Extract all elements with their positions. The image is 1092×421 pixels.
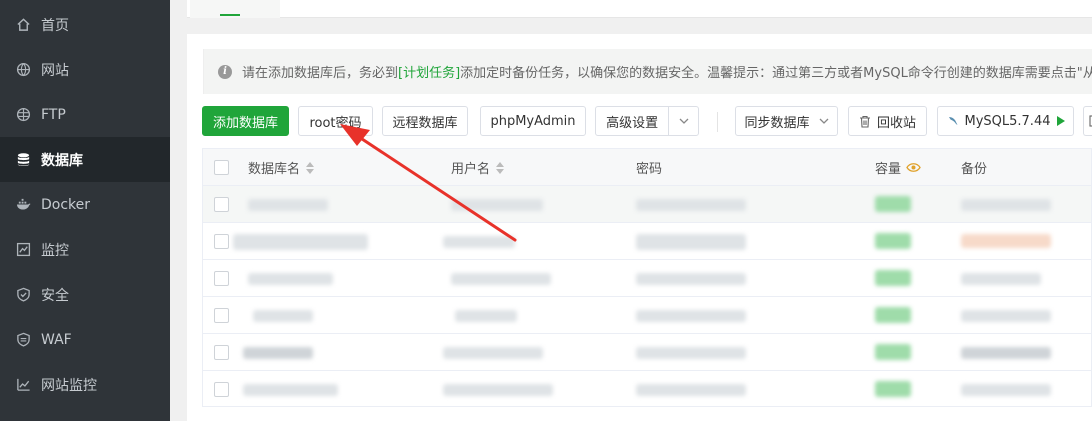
- toolbar-divider: [717, 112, 718, 132]
- sidebar-item-label: 网站: [41, 62, 69, 79]
- row-checkbox[interactable]: [214, 197, 229, 212]
- chevron-down-icon[interactable]: [668, 107, 698, 135]
- shield-icon: [15, 287, 31, 303]
- advanced-settings-dropdown[interactable]: 高级设置: [595, 106, 699, 136]
- ftp-globe-icon: [15, 107, 31, 123]
- table-header: 数据库名 用户名 密码 容量 备份: [203, 149, 1091, 186]
- sidebar-item-database[interactable]: 数据库: [0, 137, 170, 182]
- mysql-version-button[interactable]: MySQL5.7.44: [937, 106, 1074, 136]
- advanced-settings-label: 高级设置: [606, 115, 659, 131]
- main-content: i 请在添加数据库后，务必到 [计划任务] 添加定时备份任务，以确保您的数据安全。温…: [170, 0, 1092, 421]
- recycle-bin-button[interactable]: 回收站: [848, 106, 927, 136]
- table-row[interactable]: [203, 223, 1091, 260]
- sidebar-item-label: 数据库: [41, 152, 83, 169]
- sidebar-item-label: 监控: [41, 242, 69, 259]
- row-checkbox[interactable]: [214, 271, 229, 286]
- sidebar: 首页 网站 FTP 数据库 Docker 监控 安全 WAF 网站监控: [0, 0, 170, 421]
- sidebar-item-label: Docker: [41, 196, 91, 213]
- monitor-icon: [15, 242, 31, 258]
- database-table: 数据库名 用户名 密码 容量 备份: [202, 148, 1092, 407]
- table-row[interactable]: [203, 186, 1091, 223]
- sidebar-item-label: 网站监控: [41, 377, 97, 394]
- info-icon: i: [218, 64, 232, 79]
- sidebar-item-docker[interactable]: Docker: [0, 182, 170, 227]
- table-row[interactable]: [203, 297, 1091, 334]
- col-db-name[interactable]: 数据库名: [248, 149, 315, 186]
- document-icon: [1088, 115, 1092, 127]
- eye-icon[interactable]: [906, 162, 921, 173]
- globe-icon: [15, 62, 31, 78]
- sidebar-item-label: WAF: [41, 331, 72, 348]
- root-password-button[interactable]: root密码: [298, 106, 373, 136]
- sidebar-item-site-monitor[interactable]: 网站监控: [0, 362, 170, 407]
- row-checkbox[interactable]: [214, 234, 229, 249]
- chevron-down-icon: [819, 118, 828, 124]
- docker-icon: [15, 197, 31, 213]
- trash-icon: [859, 115, 870, 128]
- sidebar-item-home[interactable]: 首页: [0, 2, 170, 47]
- col-password: 密码: [636, 162, 663, 177]
- notice-prefix: 请在添加数据库后，务必到: [242, 66, 399, 81]
- sort-icon[interactable]: [306, 161, 315, 174]
- remote-database-button[interactable]: 远程数据库: [382, 106, 468, 136]
- sidebar-item-label: 首页: [41, 17, 69, 34]
- select-all-checkbox[interactable]: [214, 160, 229, 175]
- phpmyadmin-button[interactable]: phpMyAdmin: [480, 106, 586, 136]
- database-icon: [15, 152, 31, 168]
- recycle-bin-label: 回收站: [876, 115, 916, 131]
- top-tab-bar: [187, 0, 1092, 18]
- add-database-button[interactable]: 添加数据库: [202, 106, 289, 136]
- active-tab-indicator: [220, 14, 240, 16]
- row-checkbox[interactable]: [214, 345, 229, 360]
- sidebar-item-label: FTP: [41, 106, 66, 123]
- extra-button[interactable]: [1083, 106, 1092, 136]
- row-checkbox[interactable]: [214, 382, 229, 397]
- sort-icon[interactable]: [496, 161, 505, 174]
- sidebar-item-monitor[interactable]: 监控: [0, 227, 170, 272]
- col-capacity: 容量: [875, 149, 921, 186]
- sidebar-item-label: 安全: [41, 287, 69, 304]
- database-panel: i 请在添加数据库后，务必到 [计划任务] 添加定时备份任务，以确保您的数据安全。温…: [187, 34, 1092, 421]
- row-checkbox[interactable]: [214, 308, 229, 323]
- col-backup: 备份: [961, 162, 988, 177]
- home-icon: [15, 17, 31, 33]
- notice-banner: i 请在添加数据库后，务必到 [计划任务] 添加定时备份任务，以确保您的数据安全。温…: [203, 49, 1092, 94]
- col-username[interactable]: 用户名: [451, 149, 505, 186]
- sidebar-item-security[interactable]: 安全: [0, 272, 170, 317]
- table-row[interactable]: [203, 260, 1091, 297]
- sync-database-label: 同步数据库: [744, 115, 810, 131]
- waf-shield-icon: [15, 332, 31, 348]
- table-row[interactable]: [203, 371, 1091, 406]
- mysql-dolphin-icon: [948, 117, 957, 125]
- sidebar-item-waf[interactable]: WAF: [0, 317, 170, 362]
- play-icon: [1056, 116, 1065, 126]
- chart-icon: [15, 377, 31, 393]
- mysql-version-label: MySQL5.7.44: [964, 113, 1051, 129]
- table-row[interactable]: [203, 334, 1091, 371]
- sidebar-item-websites[interactable]: 网站: [0, 47, 170, 92]
- sync-database-dropdown[interactable]: 同步数据库: [735, 106, 838, 136]
- notice-suffix: 添加定时备份任务，以确保您的数据安全。温馨提示：通过第三方或者MySQL命令行创…: [460, 66, 1092, 81]
- sidebar-item-ftp[interactable]: FTP: [0, 92, 170, 137]
- cron-task-link[interactable]: [计划任务]: [398, 62, 460, 81]
